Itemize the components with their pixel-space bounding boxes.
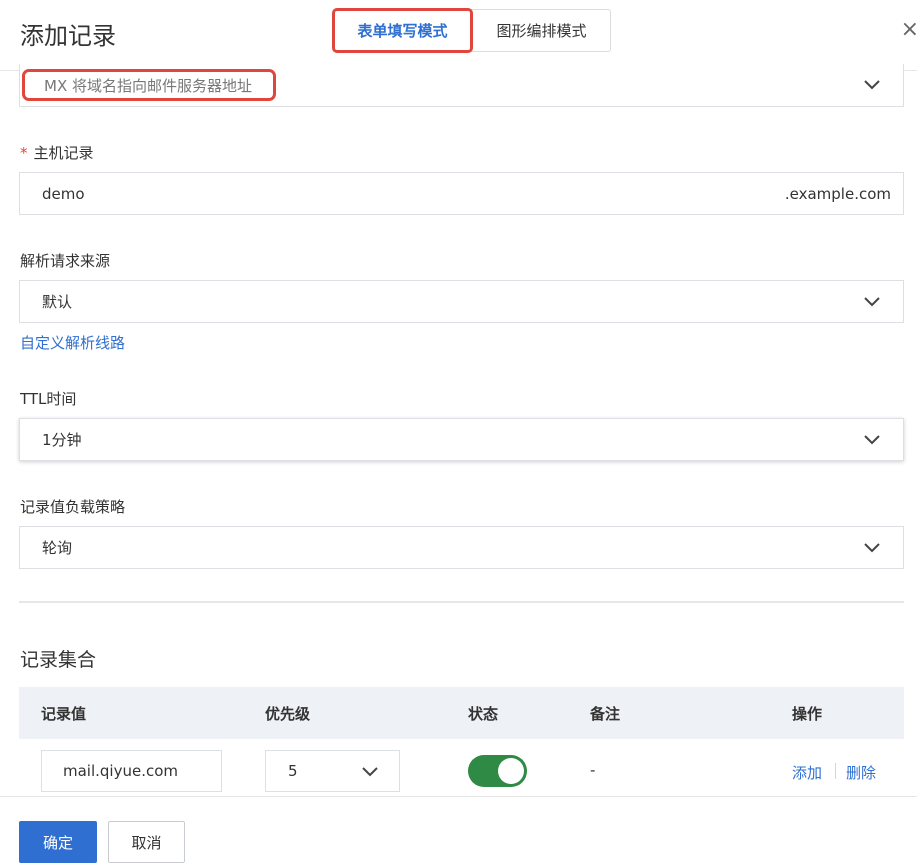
tab-form-mode[interactable]: 表单填写模式 xyxy=(332,8,473,53)
request-source-label: 解析请求来源 xyxy=(20,252,111,270)
add-link[interactable]: 添加 xyxy=(792,762,822,783)
host-record-input[interactable]: demo .example.com xyxy=(19,172,904,215)
column-header-status: 状态 xyxy=(468,705,499,723)
record-value-input[interactable]: mail.qiyue.com xyxy=(41,750,222,792)
column-header-priority: 优先级 xyxy=(265,705,311,723)
ttl-select[interactable]: 1分钟 xyxy=(19,418,904,461)
custom-line-link[interactable]: 自定义解析线路 xyxy=(20,332,125,353)
chevron-down-icon xyxy=(864,435,880,445)
close-icon[interactable]: × xyxy=(901,18,917,42)
load-balance-label: 记录值负载策略 xyxy=(20,498,126,516)
mode-switch: 表单填写模式 图形编排模式 xyxy=(332,8,611,53)
tab-graphic-mode[interactable]: 图形编排模式 xyxy=(473,10,610,51)
ttl-label: TTL时间 xyxy=(20,390,77,408)
load-balance-select[interactable]: 轮询 xyxy=(19,526,904,569)
host-record-value: demo xyxy=(42,184,85,203)
ttl-value: 1分钟 xyxy=(42,431,82,449)
section-divider xyxy=(19,601,904,603)
note-value: - xyxy=(590,761,596,779)
chevron-down-icon xyxy=(864,297,880,307)
table-header: 记录值 优先级 状态 备注 操作 xyxy=(19,687,904,739)
load-balance-value: 轮询 xyxy=(42,539,73,557)
priority-select[interactable]: 5 xyxy=(265,750,400,792)
cancel-button[interactable]: 取消 xyxy=(108,821,185,863)
required-mark: * xyxy=(20,144,28,162)
request-source-select[interactable]: 默认 xyxy=(19,280,904,323)
request-source-value: 默认 xyxy=(42,293,73,311)
chevron-down-icon xyxy=(864,80,880,90)
priority-value: 5 xyxy=(288,762,298,780)
action-separator xyxy=(835,763,836,779)
record-set-title: 记录集合 xyxy=(20,649,97,671)
confirm-button[interactable]: 确定 xyxy=(19,821,97,863)
dialog-footer: 确定 取消 xyxy=(0,796,917,864)
toggle-knob xyxy=(498,758,524,784)
dialog-title: 添加记录 xyxy=(20,22,116,50)
delete-link[interactable]: 删除 xyxy=(846,762,876,783)
table-row: mail.qiyue.com 5 - 添加 删除 xyxy=(19,739,904,799)
chevron-down-icon xyxy=(362,767,378,777)
host-record-label: * 主机记录 xyxy=(20,142,94,163)
column-header-actions: 操作 xyxy=(792,705,823,723)
column-header-note: 备注 xyxy=(590,705,621,723)
column-header-value: 记录值 xyxy=(41,705,87,723)
domain-suffix: .example.com xyxy=(784,185,891,203)
chevron-down-icon xyxy=(864,543,880,553)
host-record-label-text: 主机记录 xyxy=(33,144,94,162)
record-type-value: MX 将域名指向邮件服务器地址 xyxy=(22,69,276,101)
record-type-select[interactable]: MX 将域名指向邮件服务器地址 xyxy=(19,64,904,107)
status-toggle[interactable] xyxy=(468,755,527,787)
